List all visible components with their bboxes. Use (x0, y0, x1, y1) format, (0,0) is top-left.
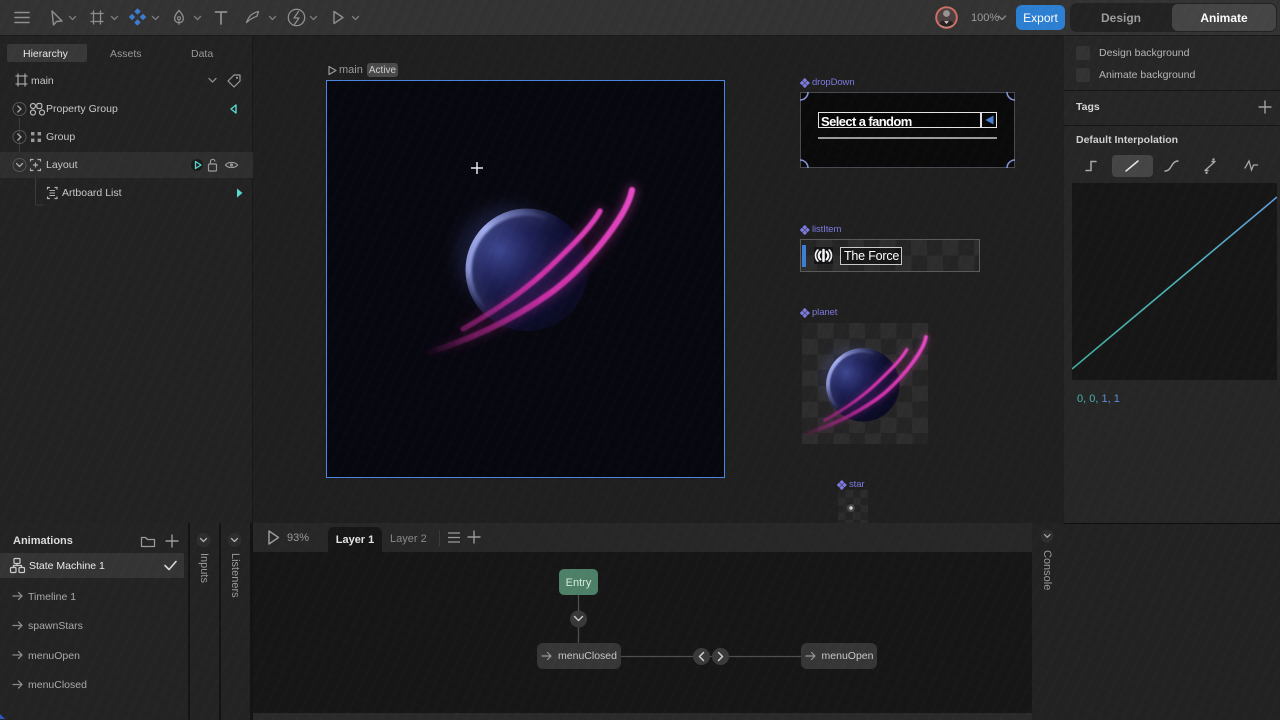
svg-text:Entry: Entry (566, 577, 592, 589)
